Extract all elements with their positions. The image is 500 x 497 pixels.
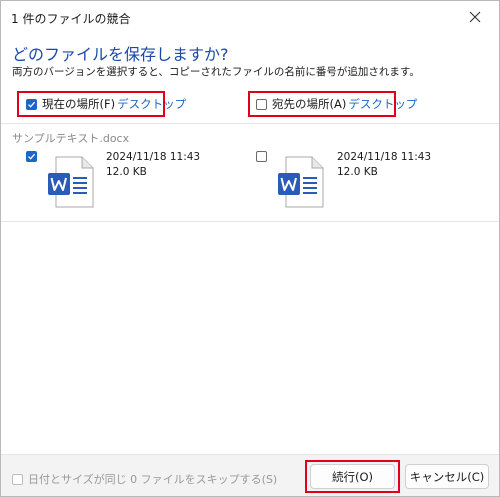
dialog-heading: どのファイルを保存しますか? — [12, 45, 229, 64]
title-bar: 1 件のファイルの競合 — [1, 1, 499, 35]
source-file-size: 12.0 KB — [106, 166, 147, 178]
conflict-file-name: サンプルテキスト.docx — [12, 132, 130, 145]
divider — [1, 123, 499, 124]
dialog-description: 両方のバージョンを選択すると、コピーされたファイルの名前に番号が追加されます。 — [12, 66, 420, 78]
file-conflict-dialog: 1 件のファイルの競合 どのファイルを保存しますか? 両方のバージョンを選択する… — [0, 0, 500, 497]
highlight-continue-button — [305, 460, 400, 493]
source-file-date: 2024/11/18 11:43 — [106, 151, 201, 163]
skip-same-files-label: 日付とサイズが同じ 0 ファイルをスキップする(S) — [28, 473, 278, 486]
word-document-icon — [46, 156, 94, 208]
source-file-details: 2024/11/18 11:43 12.0 KB — [106, 150, 200, 180]
destination-file-details: 2024/11/18 11:43 12.0 KB — [337, 150, 431, 180]
destination-file-checkbox[interactable] — [256, 151, 267, 162]
highlight-source-option — [17, 91, 165, 117]
close-icon[interactable] — [467, 9, 483, 25]
destination-file-size: 12.0 KB — [337, 166, 378, 178]
destination-file-date: 2024/11/18 11:43 — [337, 151, 432, 163]
divider — [1, 221, 499, 222]
skip-same-files-option[interactable]: 日付とサイズが同じ 0 ファイルをスキップする(S) — [12, 471, 277, 487]
cancel-button[interactable]: キャンセル(C) — [405, 464, 489, 489]
highlight-destination-option — [248, 91, 396, 117]
skip-same-files-checkbox[interactable] — [12, 473, 23, 485]
window-title: 1 件のファイルの競合 — [11, 12, 131, 26]
word-document-icon — [276, 156, 324, 208]
source-file-checkbox[interactable] — [26, 151, 37, 162]
